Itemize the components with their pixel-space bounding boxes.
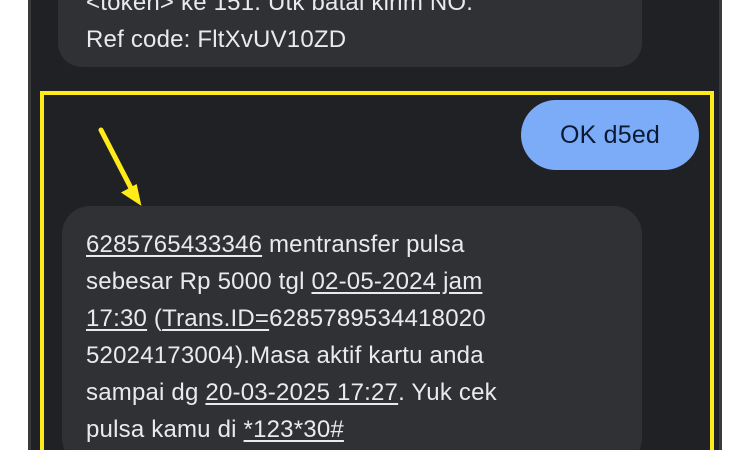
received-line-6: pulsa kamu di *123*30# [86,411,620,448]
received-text: mentransfer pulsa [262,231,465,258]
expiry-date-link[interactable]: 20-03-2025 17:27 [205,379,398,406]
received-text: . Yuk cek [398,379,497,406]
received-text: sampai dg [86,379,206,406]
previous-message-line-1: <token> ke 151. Utk batal kirim NO. [86,0,474,16]
received-line-4: 52024173004).Masa aktif kartu anda [86,342,484,369]
date-link[interactable]: 02-05-2024 jam [311,268,482,295]
yellow-arrow-icon [98,127,142,206]
phone-number-link[interactable]: 6285765433346 [86,231,262,258]
received-text: 6285789534418020 [269,305,486,332]
received-line-3: 17:30 (Trans.ID=6285789534418020 [86,300,620,337]
received-text: pulsa kamu di [86,416,244,443]
received-text: sebesar Rp 5000 tgl [86,268,312,295]
messages-screen: <token> ke 151. Utk batal kirim NO. Ref … [28,0,722,450]
received-text: ( [147,305,163,332]
ussd-code-link[interactable]: *123*30# [244,416,344,443]
time-link[interactable]: 17:30 [86,305,147,332]
sent-message-bubble[interactable]: OK d5ed [521,100,699,170]
previous-message-ref-code: Ref code: FltXvUV10ZD [86,26,347,53]
received-message-bubble[interactable]: 6285765433346 mentransfer pulsa sebesar … [62,206,642,450]
sent-message-text: OK d5ed [559,121,661,149]
received-line-2: sebesar Rp 5000 tgl 02-05-2024 jam [86,263,620,300]
received-line-1: 6285765433346 mentransfer pulsa [86,226,620,263]
trans-id-link[interactable]: Trans.ID= [162,305,269,332]
received-line-5: sampai dg 20-03-2025 17:27. Yuk cek [86,374,620,411]
previous-message-bubble[interactable]: <token> ke 151. Utk batal kirim NO. Ref … [58,0,642,67]
